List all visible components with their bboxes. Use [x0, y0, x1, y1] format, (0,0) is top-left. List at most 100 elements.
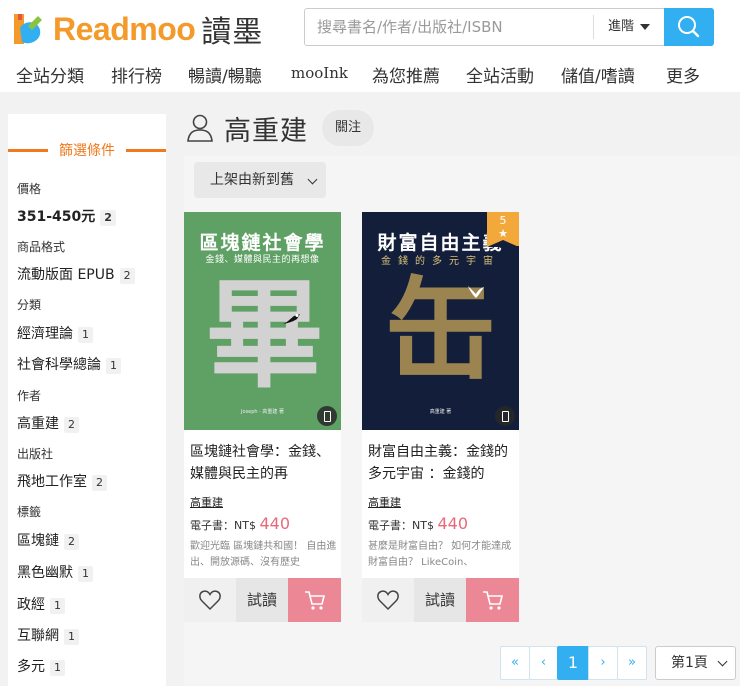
heart-icon	[377, 590, 399, 611]
price-value: 440	[259, 514, 290, 533]
rating-badge-number: 5	[499, 214, 507, 227]
filter-item-price-range[interactable]: 351-450元 2	[17, 206, 116, 226]
filter-title: 篩選條件	[8, 140, 166, 160]
filter-item-epub[interactable]: 流動版面 EPUB 2	[17, 264, 135, 284]
sort-selected-label: 上架由新到舊	[210, 172, 294, 188]
user-icon	[187, 114, 213, 142]
filter-item-tag-dark-humor[interactable]: 黑色幽默 1	[17, 562, 93, 582]
book-description: 甚麼是財富自由？ 如何才能達成財富自由？ LikeCoin、	[368, 541, 512, 568]
filter-section-author: 作者	[17, 389, 42, 403]
logo-text-cn: 讀墨	[201, 15, 264, 50]
book-actions: 試讀	[362, 578, 519, 622]
book-cover[interactable]: 財富自由主義 金錢的多元宇宙 缶 高重建 著 5 ★	[362, 212, 519, 430]
site-header: Readmoo 讀墨 進階 全站分類 排行榜 暢讀/暢聽 mooInk 為您推薦…	[0, 0, 740, 92]
nav-item-mooink[interactable]: mooInk	[291, 64, 348, 82]
pagination-last[interactable]: »	[617, 646, 647, 680]
cover-subtitle: 金錢、媒體與民主的再想像	[205, 255, 320, 265]
filter-item-tag-diversity[interactable]: 多元 1	[17, 656, 65, 676]
heart-icon	[199, 590, 221, 611]
nav-item-rankings[interactable]: 排行榜	[111, 62, 162, 87]
sort-dropdown[interactable]: 上架由新到舊	[194, 162, 326, 198]
pagination-prev[interactable]: ‹	[529, 646, 558, 680]
book-description: 歡迎光臨 區塊鏈共和國！ 自由進出、開放源碼、沒有歷史	[190, 541, 337, 568]
filter-item-tag-internet[interactable]: 互聯網 1	[17, 625, 79, 645]
book-card: 財富自由主義 金錢的多元宇宙 缶 高重建 著 5 ★ 財富自由主義：金錢的多元宇…	[362, 212, 519, 622]
search-bar: 進階	[304, 8, 714, 46]
author-heading: 高重建	[186, 108, 308, 148]
search-input[interactable]	[305, 9, 593, 45]
wishlist-button[interactable]	[362, 578, 414, 622]
cover-glyph: 畢	[205, 266, 323, 404]
filter-count: 2	[92, 475, 107, 491]
add-to-cart-button[interactable]	[466, 578, 519, 622]
star-icon: ★	[498, 227, 508, 240]
book-price: 電子書：NT$ 440	[190, 514, 290, 533]
add-to-cart-button[interactable]	[288, 578, 341, 622]
filter-item-publisher[interactable]: 飛地工作室 2	[17, 471, 107, 491]
filter-count: 2	[100, 210, 116, 226]
nav-item-all-categories[interactable]: 全站分類	[16, 62, 84, 87]
cart-icon	[483, 591, 504, 610]
logo-text-en: Readmoo	[53, 10, 196, 47]
book-price: 電子書：NT$ 440	[368, 514, 468, 533]
cover-title: 區塊鏈社會學	[199, 232, 326, 254]
page-select-label: 第1頁	[671, 655, 708, 671]
filter-item-economic-theory[interactable]: 經濟理論 1	[17, 323, 93, 343]
cover-subtitle: 金錢的多元宇宙	[381, 256, 500, 267]
book-title[interactable]: 財富自由主義：金錢的多元宇宙 ：金錢的	[368, 441, 516, 485]
page-select-dropdown[interactable]: 第1頁	[655, 646, 736, 680]
cover-glyph: 缶	[384, 267, 497, 397]
chevron-down-icon	[307, 174, 318, 185]
book-author-link[interactable]: 高重建	[368, 494, 401, 510]
trial-read-button[interactable]: 試讀	[414, 578, 466, 622]
filter-section-format: 商品格式	[17, 240, 66, 254]
mobile-device-icon	[317, 406, 337, 426]
main-nav: 全站分類 排行榜 暢讀/暢聽 mooInk 為您推薦 全站活動 儲值/嗜讀 更多	[0, 62, 740, 90]
filter-section-price: 價格	[17, 182, 42, 196]
wishlist-button[interactable]	[184, 578, 236, 622]
filter-sidebar: 篩選條件 價格 351-450元 2 商品格式 流動版面 EPUB 2 分類 經濟理…	[8, 114, 166, 686]
filter-item-tag-blockchain[interactable]: 區塊鏈 2	[17, 530, 79, 550]
filter-item-tag-politics-economics[interactable]: 政經 1	[17, 594, 65, 614]
pagination-first[interactable]: «	[500, 646, 530, 680]
filter-item-author[interactable]: 高重建 2	[17, 413, 79, 433]
nav-item-more[interactable]: 更多	[666, 62, 700, 87]
price-value: 440	[437, 514, 468, 533]
nav-item-unlimited[interactable]: 暢讀/暢聽	[188, 62, 262, 87]
filter-section-tags: 標籤	[17, 505, 42, 519]
filter-count: 1	[64, 629, 79, 645]
rating-badge: 5 ★	[487, 212, 519, 247]
advanced-search-label: 進階	[608, 19, 635, 34]
book-actions: 試讀	[184, 578, 341, 622]
cart-icon	[305, 591, 326, 610]
search-button[interactable]	[664, 8, 714, 46]
book-cover[interactable]: 區塊鏈社會學 金錢、媒體與民主的再想像 畢 Joseph · 高重建 著	[184, 212, 341, 430]
filter-count: 2	[119, 268, 135, 284]
filter-count: 1	[50, 598, 65, 614]
filter-section-category: 分類	[17, 298, 42, 312]
advanced-search-dropdown[interactable]: 進階	[593, 15, 665, 39]
book-author-link[interactable]: 高重建	[190, 494, 223, 510]
pagination-current-page[interactable]: 1	[557, 646, 589, 680]
book-card: 區塊鏈社會學 金錢、媒體與民主的再想像 畢 Joseph · 高重建 著 區塊鏈…	[184, 212, 341, 622]
filter-count: 1	[50, 660, 65, 676]
search-icon	[678, 16, 700, 38]
bird-icon	[283, 314, 300, 324]
filter-section-publisher: 出版社	[17, 447, 54, 461]
filter-count: 1	[78, 566, 93, 582]
chevron-down-icon	[717, 656, 728, 667]
caret-down-icon	[640, 23, 651, 30]
pagination-next[interactable]: ›	[588, 646, 618, 680]
book-title[interactable]: 區塊鏈社會學：金錢、媒體與民主的再	[190, 441, 338, 485]
mobile-device-icon	[495, 406, 515, 426]
nav-item-recommend[interactable]: 為您推薦	[372, 62, 440, 87]
readmoo-logo[interactable]: Readmoo 讀墨	[10, 9, 264, 50]
nav-item-events[interactable]: 全站活動	[466, 62, 534, 87]
follow-button[interactable]: 關注	[322, 110, 374, 146]
author-name: 高重建	[224, 115, 308, 147]
filter-item-social-science[interactable]: 社會科學總論 1	[17, 354, 121, 374]
trial-read-button[interactable]: 試讀	[236, 578, 288, 622]
readmoo-logo-mark-icon	[10, 10, 50, 48]
filter-count: 1	[78, 327, 93, 343]
nav-item-topup[interactable]: 儲值/嗜讀	[561, 62, 635, 87]
